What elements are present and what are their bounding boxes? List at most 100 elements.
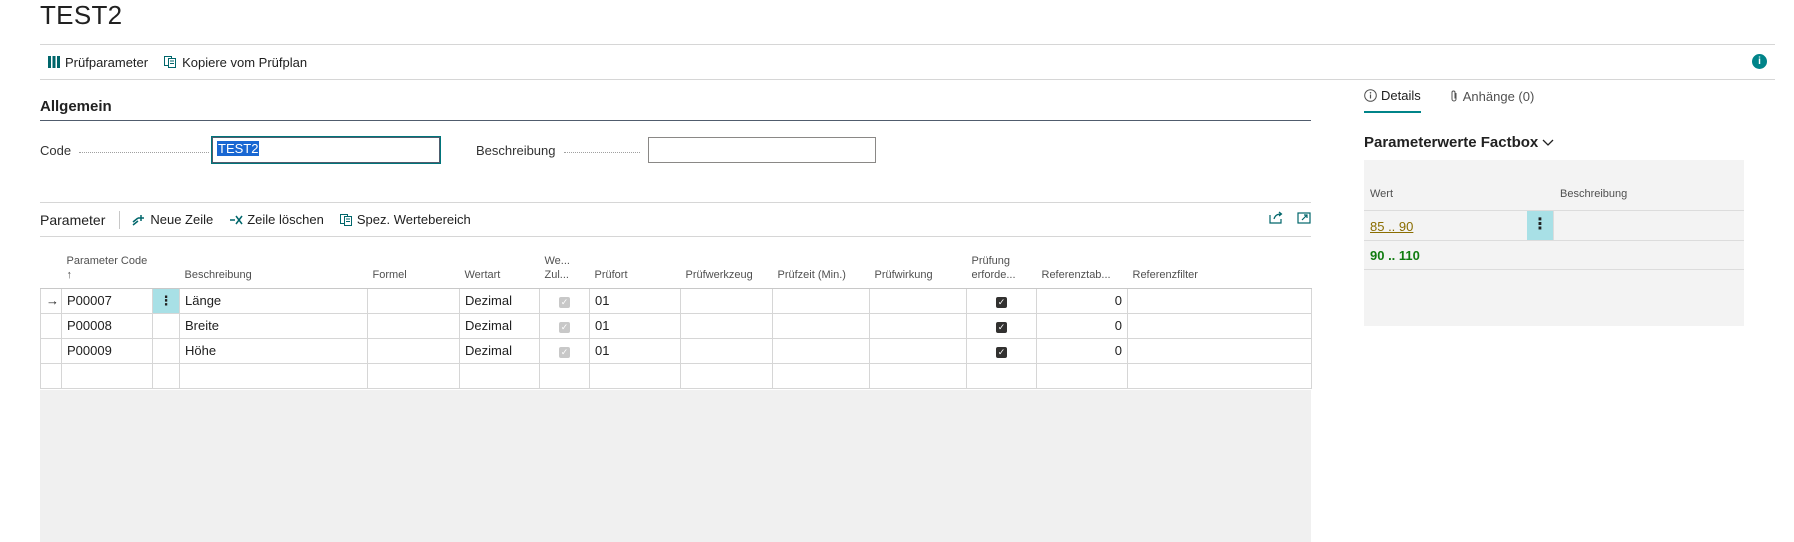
column-header-pruefwerkzeug[interactable]: Prüfwerkzeug — [680, 246, 773, 289]
column-header-wertart[interactable]: Wertart — [459, 246, 540, 289]
cell-wert-zul[interactable] — [539, 363, 590, 389]
cell-pruefwerkzeug[interactable] — [680, 288, 773, 314]
cell-beschreibung[interactable]: Breite — [179, 313, 368, 339]
cell-referenztabelle[interactable]: 0 — [1036, 313, 1128, 339]
column-header-beschreibung[interactable]: Beschreibung — [179, 246, 368, 289]
cell-referenztabelle[interactable]: 0 — [1036, 288, 1128, 314]
description-field[interactable] — [648, 137, 876, 163]
cell-referenztabelle[interactable]: 0 — [1036, 338, 1128, 364]
neue-zeile-button[interactable]: Neue Zeile — [132, 212, 213, 227]
cell-referenzfilter[interactable] — [1127, 338, 1312, 364]
cell-code[interactable] — [61, 363, 153, 389]
row-menu-cell[interactable] — [152, 313, 180, 339]
checkbox-checked-icon[interactable]: ✓ — [996, 347, 1007, 358]
cell-pruefort[interactable]: 01 — [589, 313, 681, 339]
cell-formel[interactable] — [367, 288, 460, 314]
factbox-row[interactable]: 90 .. 110 — [1364, 240, 1744, 270]
checkbox-checked-icon[interactable]: ✓ — [996, 322, 1007, 333]
factbox-row[interactable]: 85 .. 90 ⋮ — [1364, 210, 1744, 240]
cell-pruefzeit[interactable] — [772, 288, 870, 314]
cell-pruefwirkung[interactable] — [869, 288, 967, 314]
description-label-wrap: Beschreibung — [476, 143, 640, 158]
checkbox-checked-icon[interactable]: ✓ — [996, 297, 1007, 308]
separator — [119, 210, 121, 229]
info-icon[interactable]: i — [1752, 54, 1767, 69]
cell-pruefwirkung[interactable] — [869, 338, 967, 364]
cell-code[interactable]: P00009 — [61, 338, 153, 364]
cell-pruefort[interactable] — [589, 363, 681, 389]
cell-beschreibung[interactable]: Länge — [179, 288, 368, 314]
subpage-action-bar: Parameter Neue Zeile Zeile löschen Spez.… — [40, 203, 1311, 237]
cell-referenzfilter[interactable] — [1127, 313, 1312, 339]
cell-pruefwerkzeug[interactable] — [680, 338, 773, 364]
column-header-referenzfilter[interactable]: Referenzfilter — [1127, 246, 1312, 289]
column-header-formel[interactable]: Formel — [367, 246, 460, 289]
cell-code[interactable]: P00007 — [61, 288, 153, 314]
zeile-loeschen-button[interactable]: Zeile löschen — [229, 212, 324, 227]
row-menu-cell[interactable] — [152, 363, 180, 389]
column-header-wert-zul[interactable]: We... Zul... — [539, 246, 590, 289]
factbox-value-link[interactable]: 85 .. 90 — [1370, 219, 1413, 234]
kopiere-vom-pruefplan-button[interactable]: Kopiere vom Prüfplan — [164, 55, 307, 70]
cell-wertart[interactable]: Dezimal — [459, 288, 540, 314]
page-title: TEST2 — [40, 0, 123, 30]
factbox-column-beschreibung: Beschreibung — [1560, 188, 1628, 200]
column-header-pruefort[interactable]: Prüfort — [589, 246, 681, 289]
cell-wertart[interactable]: Dezimal — [459, 338, 540, 364]
cell-beschreibung[interactable]: Höhe — [179, 338, 368, 364]
cell-pruefort[interactable]: 01 — [589, 288, 681, 314]
cell-pruefzeit[interactable] — [772, 363, 870, 389]
cell-referenztabelle[interactable] — [1036, 363, 1128, 389]
code-label: Code — [40, 143, 72, 158]
tab-details[interactable]: Details — [1364, 88, 1421, 113]
cell-pruefwirkung[interactable] — [869, 313, 967, 339]
cell-pruefwerkzeug[interactable] — [680, 313, 773, 339]
cell-code[interactable]: P00008 — [61, 313, 153, 339]
cell-formel[interactable] — [367, 313, 460, 339]
cell-beschreibung[interactable] — [179, 363, 368, 389]
cell-pruefwirkung[interactable] — [869, 363, 967, 389]
cell-wertart[interactable] — [459, 363, 540, 389]
table-row[interactable]: P00008 Breite Dezimal ✓ 01 ✓ 0 — [40, 313, 1312, 339]
row-menu-icon[interactable]: ⋮ — [152, 288, 180, 314]
share-icon[interactable] — [1269, 211, 1283, 224]
cell-pruefung-erforderlich[interactable]: ✓ — [966, 338, 1037, 364]
cell-referenzfilter[interactable] — [1127, 288, 1312, 314]
subpage-title: Parameter — [40, 211, 106, 228]
pruefparameter-button[interactable]: Prüfparameter — [48, 55, 148, 70]
column-header-pruefwirkung[interactable]: Prüfwirkung — [869, 246, 967, 289]
grid-header-row: Parameter Code ↑ Beschreibung Formel Wer… — [40, 246, 1312, 289]
code-field[interactable]: TEST2 — [211, 136, 441, 164]
empty-new-row[interactable] — [40, 363, 1312, 389]
parameter-grid: Parameter Code ↑ Beschreibung Formel Wer… — [40, 246, 1312, 389]
cell-pruefung-erforderlich[interactable] — [966, 363, 1037, 389]
cell-pruefung-erforderlich[interactable]: ✓ — [966, 313, 1037, 339]
tab-anhaenge[interactable]: Anhänge (0) — [1449, 88, 1534, 113]
row-menu-cell[interactable] — [152, 338, 180, 364]
cell-pruefort[interactable]: 01 — [589, 338, 681, 364]
column-header-pruefzeit[interactable]: Prüfzeit (Min.) — [772, 246, 870, 289]
column-header-referenztabelle[interactable]: Referenztab... — [1036, 246, 1128, 289]
cell-formel[interactable] — [367, 363, 460, 389]
column-header-code[interactable]: Parameter Code ↑ — [61, 246, 153, 289]
row-menu-icon[interactable]: ⋮ — [1527, 211, 1553, 240]
factbox-tabs: Details Anhänge (0) — [1364, 88, 1534, 113]
cell-pruefzeit[interactable] — [772, 338, 870, 364]
table-row[interactable]: → P00007 ⋮ Länge Dezimal ✓ 01 ✓ 0 — [40, 288, 1312, 314]
row-marker — [40, 338, 62, 364]
column-header-pruefung-erforderlich[interactable]: Prüfung erforde... — [966, 246, 1037, 289]
cell-wertart[interactable]: Dezimal — [459, 313, 540, 339]
column-header-marker — [40, 246, 62, 289]
cell-referenzfilter[interactable] — [1127, 363, 1312, 389]
factbox-value-highlight[interactable]: 90 .. 110 — [1370, 248, 1420, 263]
table-row[interactable]: P00009 Höhe Dezimal ✓ 01 ✓ 0 — [40, 338, 1312, 364]
cell-pruefwerkzeug[interactable] — [680, 363, 773, 389]
description-label: Beschreibung — [476, 143, 556, 158]
cell-formel[interactable] — [367, 338, 460, 364]
factbox-title[interactable]: Parameterwerte Factbox — [1364, 134, 1554, 151]
expand-icon[interactable] — [1297, 211, 1311, 224]
cell-pruefzeit[interactable] — [772, 313, 870, 339]
checkbox-disabled-icon: ✓ — [559, 347, 570, 358]
cell-pruefung-erforderlich[interactable]: ✓ — [966, 288, 1037, 314]
spez-wertebereich-button[interactable]: Spez. Wertebereich — [339, 212, 471, 227]
